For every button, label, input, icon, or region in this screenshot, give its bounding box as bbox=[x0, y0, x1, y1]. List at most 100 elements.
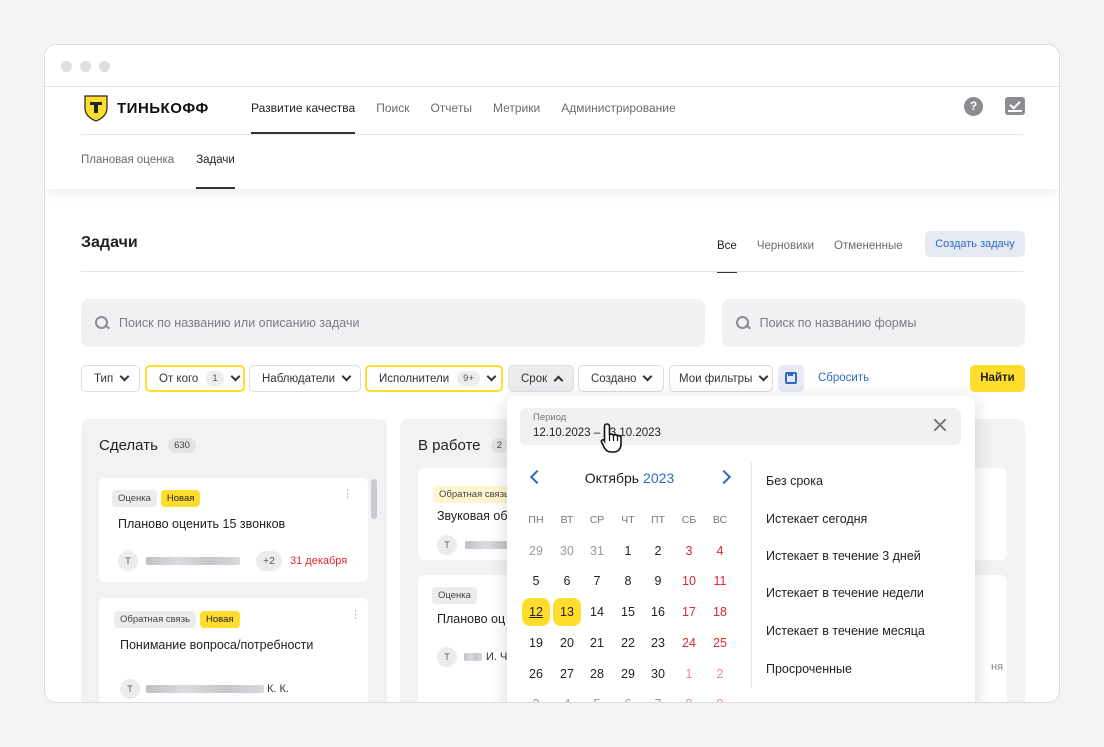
calendar-day[interactable]: 30 bbox=[553, 537, 581, 565]
task-search-input[interactable] bbox=[119, 316, 681, 330]
calendar-day[interactable]: 9 bbox=[644, 567, 672, 595]
tab-all[interactable]: Все bbox=[717, 233, 737, 273]
filter-deadline[interactable]: Срок bbox=[508, 365, 574, 392]
calendar-day[interactable]: 29 bbox=[614, 660, 642, 688]
calendar-day[interactable]: 31 bbox=[583, 537, 611, 565]
calendar-day[interactable]: 30 bbox=[644, 660, 672, 688]
find-button[interactable]: Найти bbox=[970, 365, 1025, 392]
subnav-item-planned-assessment[interactable]: Плановая оценка bbox=[81, 134, 174, 189]
assignee-name-redacted bbox=[146, 685, 264, 693]
filter-from-label: От кого bbox=[159, 372, 199, 385]
calendar-day[interactable]: 26 bbox=[522, 660, 550, 688]
calendar-day[interactable]: 27 bbox=[553, 660, 581, 688]
nav-item-quality[interactable]: Развитие качества bbox=[251, 87, 356, 134]
deadline-preset-option[interactable]: Истекает в течение месяца bbox=[766, 624, 925, 638]
calendar-day[interactable]: 8 bbox=[614, 567, 642, 595]
tab-drafts[interactable]: Черновики bbox=[757, 233, 814, 273]
calendar-day[interactable]: 11 bbox=[706, 567, 734, 595]
tag-status: Новая bbox=[200, 611, 240, 628]
calendar-divider bbox=[751, 462, 752, 688]
form-search-input[interactable] bbox=[759, 316, 1025, 330]
task-card[interactable]: Оценка Новая ⋮ Планово оценить 15 звонков… bbox=[99, 478, 368, 582]
card-tags: Оценка bbox=[432, 585, 481, 604]
task-card[interactable]: Обратная связь Новая ⋮ Понимание вопроса/… bbox=[99, 598, 368, 702]
assignee-name-redacted bbox=[146, 557, 240, 565]
calendar-day[interactable]: 4 bbox=[706, 537, 734, 565]
filter-watchers[interactable]: Наблюдатели bbox=[249, 365, 361, 392]
nav-item-reports[interactable]: Отчеты bbox=[430, 87, 471, 134]
calendar-day[interactable]: 28 bbox=[583, 660, 611, 688]
reset-filters-link[interactable]: Сбросить bbox=[818, 365, 869, 392]
subnav-item-tasks[interactable]: Задачи bbox=[196, 134, 235, 189]
close-icon[interactable] bbox=[933, 418, 947, 432]
calendar-day[interactable]: 10 bbox=[675, 567, 703, 595]
calendar-year[interactable]: 2023 bbox=[643, 470, 674, 486]
form-search bbox=[722, 299, 1025, 347]
filter-executors-label: Исполнители bbox=[379, 372, 450, 385]
calendar-day[interactable]: 18 bbox=[706, 598, 734, 626]
calendar-day[interactable]: 8 bbox=[675, 690, 703, 702]
calendar-day[interactable]: 1 bbox=[675, 660, 703, 688]
tag-type: Обратная связь bbox=[114, 611, 196, 628]
calendar-day[interactable]: 20 bbox=[553, 629, 581, 657]
logo[interactable]: ТИНЬКОФФ bbox=[81, 93, 209, 123]
calendar-day[interactable]: 7 bbox=[644, 690, 672, 702]
calendar-day[interactable]: 21 bbox=[583, 629, 611, 657]
filter-type[interactable]: Тип bbox=[81, 365, 140, 392]
calendar-day[interactable]: 9 bbox=[706, 690, 734, 702]
calendar-day[interactable]: 6 bbox=[553, 567, 581, 595]
calendar-day[interactable]: 3 bbox=[675, 537, 703, 565]
calendar-day[interactable]: 15 bbox=[614, 598, 642, 626]
calendar-day[interactable]: 1 bbox=[614, 537, 642, 565]
calendar-day[interactable]: 5 bbox=[522, 567, 550, 595]
create-task-button[interactable]: Создать задачу bbox=[925, 231, 1025, 257]
column-title-text: Сделать bbox=[99, 437, 158, 454]
filter-my-filters[interactable]: Мои фильтры bbox=[669, 365, 773, 392]
calendar-day[interactable]: 16 bbox=[644, 598, 672, 626]
column-scrollbar[interactable] bbox=[371, 479, 377, 519]
calendar-day[interactable]: 19 bbox=[522, 629, 550, 657]
save-filter-icon[interactable] bbox=[778, 365, 804, 392]
calendar-day[interactable]: 24 bbox=[675, 629, 703, 657]
calendar-day[interactable]: 2 bbox=[522, 690, 550, 702]
calendar-day[interactable]: 6 bbox=[614, 690, 642, 702]
calendar-day[interactable]: 25 bbox=[706, 629, 734, 657]
tag-type: Оценка bbox=[432, 587, 477, 604]
column-title: Сделать 630 bbox=[99, 437, 196, 454]
nav-item-metrics[interactable]: Метрики bbox=[493, 87, 540, 134]
card-menu-icon[interactable]: ⋮ bbox=[342, 489, 353, 500]
calendar-day[interactable]: 23 bbox=[644, 629, 672, 657]
filter-watchers-label: Наблюдатели bbox=[262, 372, 335, 385]
filter-from[interactable]: От кого 1 bbox=[145, 365, 245, 392]
tab-cancelled[interactable]: Отмененные bbox=[834, 233, 903, 273]
period-field[interactable]: Период 12.10.2023 – 13.10.2023 bbox=[520, 408, 961, 445]
tinkoff-shield-icon bbox=[84, 95, 108, 122]
card-footer: Т К. К. bbox=[120, 679, 289, 699]
calendar-day[interactable]: 17 bbox=[675, 598, 703, 626]
calendar-day[interactable]: 2 bbox=[644, 537, 672, 565]
calendar-day[interactable]: 4 bbox=[553, 690, 581, 702]
calendar-day[interactable]: 13 bbox=[553, 598, 581, 626]
calendar-day[interactable]: 7 bbox=[583, 567, 611, 595]
nav-item-search[interactable]: Поиск bbox=[376, 87, 409, 134]
calendar-day[interactable]: 29 bbox=[522, 537, 550, 565]
deadline-preset-option[interactable]: Просроченные bbox=[766, 662, 852, 676]
filter-executors[interactable]: Исполнители 9+ bbox=[365, 365, 503, 392]
deadline-preset-option[interactable]: Истекает в течение недели bbox=[766, 586, 924, 600]
inbox-icon[interactable] bbox=[1005, 97, 1025, 115]
column-title-text: В работе bbox=[418, 437, 481, 454]
filter-created[interactable]: Создано bbox=[578, 365, 664, 392]
help-icon[interactable]: ? bbox=[964, 97, 983, 116]
calendar-day[interactable]: 2 bbox=[706, 660, 734, 688]
deadline-preset-option[interactable]: Истекает в течение 3 дней bbox=[766, 549, 921, 563]
card-menu-icon[interactable]: ⋮ bbox=[350, 610, 361, 621]
calendar-day[interactable]: 22 bbox=[614, 629, 642, 657]
calendar-day[interactable]: 14 bbox=[583, 598, 611, 626]
deadline-preset-option[interactable]: Без срока bbox=[766, 474, 823, 488]
deadline-preset-option[interactable]: Истекает сегодня bbox=[766, 512, 867, 526]
calendar-day[interactable]: 5 bbox=[583, 690, 611, 702]
calendar-day[interactable]: 12 bbox=[522, 598, 550, 626]
card-title: Планово оц bbox=[437, 612, 506, 626]
chevron-down-icon bbox=[230, 371, 241, 382]
nav-item-administration[interactable]: Администрирование bbox=[561, 87, 675, 134]
